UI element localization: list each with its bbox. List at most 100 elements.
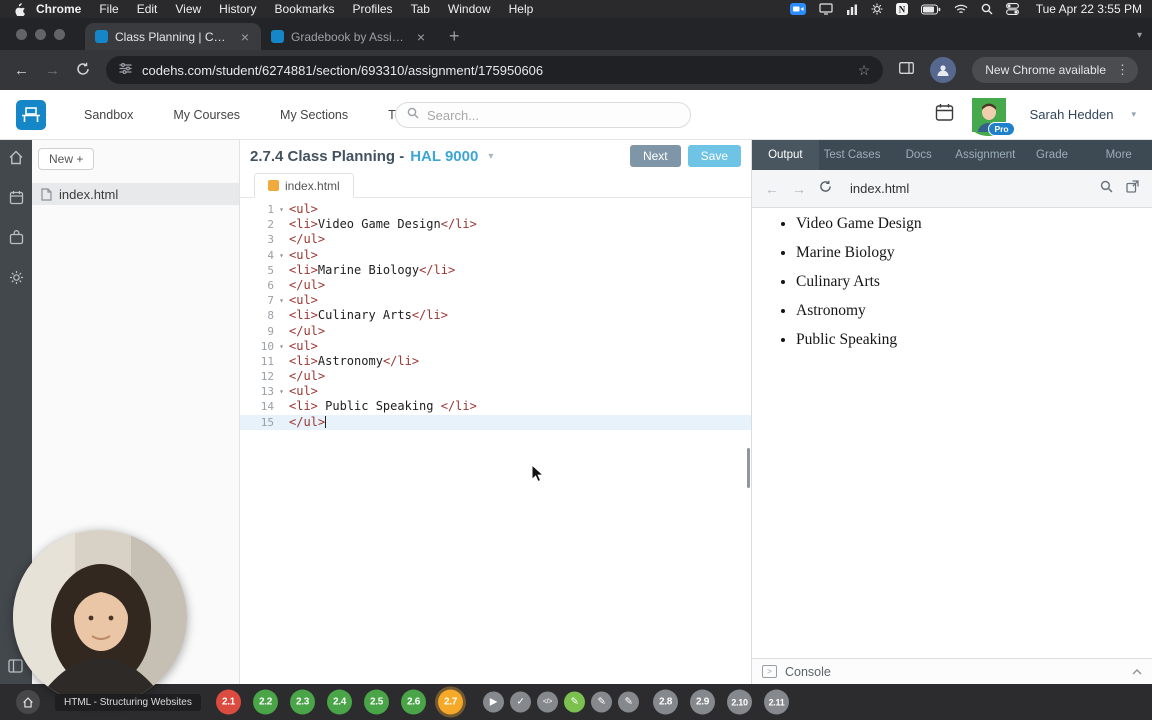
menubar-item[interactable]: History [219,2,256,16]
lesson-badge-2.1[interactable]: 2.1 [216,689,241,715]
notion-icon[interactable]: N [895,3,908,15]
code-line[interactable]: 14 <li> Public Speaking </li> [240,399,751,414]
tab-close-icon[interactable]: × [415,29,427,45]
new-file-button[interactable]: New + [38,148,95,170]
battery-icon[interactable] [920,4,941,15]
browser-menu-kebab-icon[interactable]: ⋮ [1113,62,1132,78]
console-expand-chevron-icon[interactable] [1132,668,1142,675]
editor-tab-index-html[interactable]: index.html [254,173,354,198]
site-settings-icon[interactable] [119,61,132,79]
menubar-item[interactable]: Help [509,2,534,16]
output-tab-assignment[interactable]: Assignment [952,140,1019,170]
menubar-item[interactable]: Window [448,2,491,16]
nav-item-my-sections[interactable]: My Sections [280,108,348,122]
address-input[interactable]: codehs.com/student/6274881/section/69331… [106,56,884,84]
browser-tab[interactable]: Class Planning | CodeHS × [85,23,261,50]
forward-icon[interactable]: → [45,63,60,78]
chrome-update-button[interactable]: New Chrome available ⋮ [972,57,1138,83]
display-icon[interactable] [819,3,833,15]
output-tab-docs[interactable]: Docs [885,140,952,170]
calendar-icon[interactable] [935,103,954,127]
search-input[interactable]: Search... [395,102,691,128]
menubar-item[interactable]: View [175,2,201,16]
output-reload-icon[interactable] [819,180,832,198]
bookmark-star-icon[interactable]: ☆ [858,62,871,79]
output-search-icon[interactable] [1100,180,1113,198]
control-center-icon[interactable] [1005,3,1019,15]
codehs-logo[interactable] [16,99,46,130]
file-item[interactable]: index.html [32,183,239,205]
save-button[interactable]: Save [687,145,741,167]
zoom-icon[interactable] [789,3,806,15]
console-bar[interactable]: > Console [752,658,1152,684]
user-name[interactable]: Sarah Hedden [1030,107,1114,122]
item-badge-pencil-icon[interactable]: ✎ [591,691,612,713]
section-chevron-icon[interactable]: ▾ [488,151,493,162]
code-line[interactable]: 3 </ul> [240,232,751,247]
lesson-badge-2.4[interactable]: 2.4 [327,689,352,715]
course-home-button[interactable] [16,690,40,714]
lesson-badge-2.3[interactable]: 2.3 [290,689,315,715]
code-line[interactable]: 9 </ul> [240,324,751,339]
code-line[interactable]: 6 </ul> [240,278,751,293]
code-line[interactable]: 15 </ul> [240,414,751,430]
fold-toggle-icon[interactable]: ▾ [274,293,289,308]
output-forward-icon[interactable]: → [792,181,806,197]
nav-item-my-courses[interactable]: My Courses [173,108,240,122]
lesson-badge-2.2[interactable]: 2.2 [253,689,278,715]
user-avatar[interactable]: Pro [971,97,1015,136]
code-area[interactable]: 1 ▾ <ul> 2 <li>Video Game Design</li> 3 </ul> 4… [240,198,751,684]
output-tab-test-cases[interactable]: Test Cases [819,140,886,170]
settings-gear-icon[interactable] [871,3,883,15]
code-line[interactable]: 11 <li>Astronomy</li> [240,354,751,369]
side-panel-icon[interactable] [899,61,915,79]
tab-close-icon[interactable]: × [239,29,251,45]
code-line[interactable]: 13 ▾ <ul> [240,384,751,399]
lesson-badge-2.10[interactable]: 2.10 [727,689,752,715]
nav-item-sandbox[interactable]: Sandbox [84,108,133,122]
new-tab-button[interactable]: + [449,27,460,45]
tab-search-chevron-icon[interactable]: ▾ [1137,30,1142,41]
menubar-clock[interactable]: Tue Apr 22 3:55 PM [1036,2,1142,16]
stats-icon[interactable] [846,4,858,15]
output-tab-grade[interactable]: Grade [1019,140,1086,170]
code-line[interactable]: 12 </ul> [240,369,751,384]
assignment-section[interactable]: HAL 9000 [410,148,478,165]
next-button[interactable]: Next [629,145,681,167]
back-icon[interactable]: ← [14,63,29,78]
apple-menu-icon[interactable] [14,2,25,16]
lesson-badge-2.7[interactable]: 2.7 [438,689,463,715]
output-back-icon[interactable]: ← [765,181,779,197]
home-icon[interactable] [8,149,24,165]
code-line[interactable]: 2 <li>Video Game Design</li> [240,217,751,232]
calendar-strip-icon[interactable] [9,189,24,205]
lesson-badge-2.9[interactable]: 2.9 [690,689,715,715]
fold-toggle-icon[interactable]: ▾ [274,248,289,263]
code-line[interactable]: 1 ▾ <ul> [240,202,751,217]
output-tab-output[interactable]: Output [752,140,819,170]
wifi-icon[interactable] [954,4,968,15]
item-badge-pencil-icon[interactable]: ✎ [564,691,585,713]
window-minimize-button[interactable] [35,28,46,40]
lesson-badge-2.11[interactable]: 2.11 [764,689,789,715]
webcam-video[interactable] [13,530,187,704]
code-line[interactable]: 7 ▾ <ul> [240,293,751,308]
reload-icon[interactable] [76,62,90,79]
menubar-item[interactable]: Edit [137,2,158,16]
window-zoom-button[interactable] [54,28,65,40]
menubar-item[interactable]: Tab [411,2,430,16]
layout-panel-icon[interactable] [8,658,23,674]
code-line[interactable]: 8 <li>Culinary Arts</li> [240,308,751,323]
gear-icon[interactable] [9,269,24,285]
item-badge-pencil-icon[interactable]: ✎ [618,691,639,713]
browser-tab[interactable]: Gradebook by Assignment: C × [261,23,437,50]
lesson-badge-2.5[interactable]: 2.5 [364,689,389,715]
item-badge-video-icon[interactable]: ▶ [483,691,504,713]
user-menu-chevron-icon[interactable]: ▾ [1131,109,1136,120]
fold-toggle-icon[interactable]: ▾ [274,384,289,399]
editor-scrollbar-thumb[interactable] [747,448,750,488]
fold-toggle-icon[interactable]: ▾ [274,339,289,354]
code-line[interactable]: 5 <li>Marine Biology</li> [240,263,751,278]
search-icon[interactable] [981,3,993,15]
menubar-item[interactable]: Bookmarks [275,2,335,16]
